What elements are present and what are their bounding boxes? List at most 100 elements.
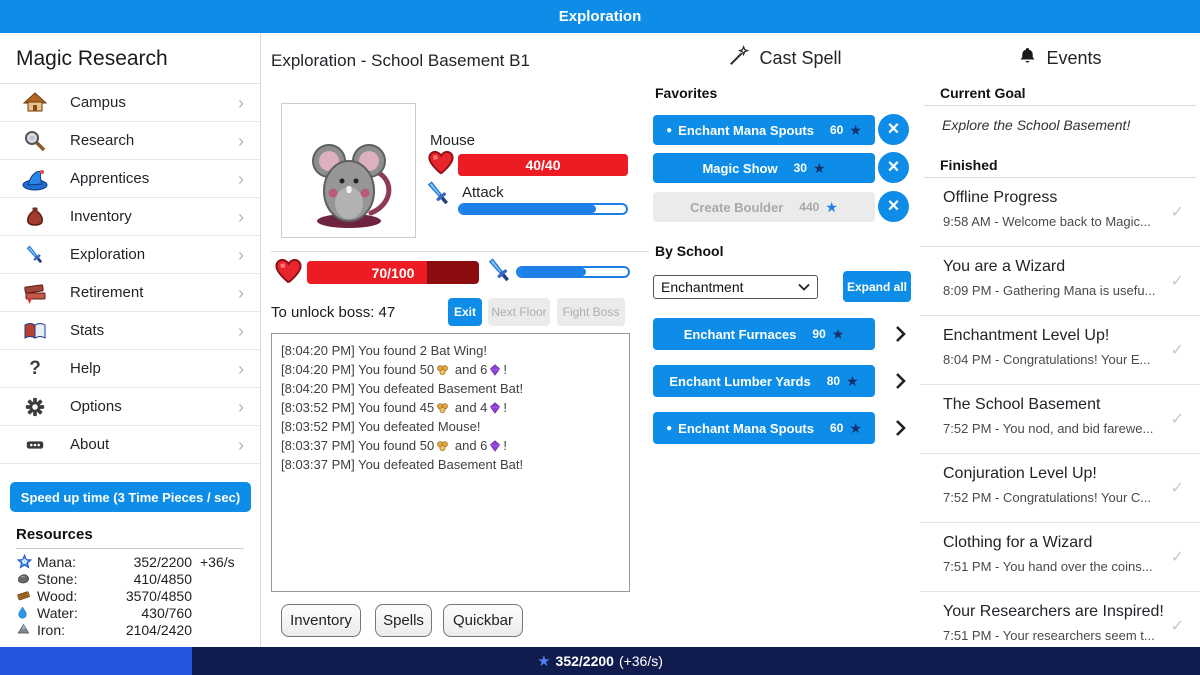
main-layout: Magic Research Campus › Research › Appre… bbox=[0, 33, 1200, 647]
mana-amount: 352/2200 bbox=[556, 653, 614, 669]
spell-expand-chevron[interactable] bbox=[887, 365, 913, 397]
mana-star-icon: ★ bbox=[849, 122, 862, 139]
mana-progress-bar: ★ 352/2200 (+36/s) bbox=[0, 647, 1200, 675]
mouse-image bbox=[299, 131, 399, 231]
event-card[interactable]: Offline Progress 9:58 AM - Welcome back … bbox=[920, 178, 1200, 247]
sidebar-item-research[interactable]: Research › bbox=[0, 122, 260, 160]
quickbar-tab-button[interactable]: Quickbar bbox=[443, 604, 523, 637]
spell-button[interactable]: ● Enchant Mana Spouts 60 ★ bbox=[653, 412, 875, 444]
wand-icon bbox=[728, 45, 750, 72]
sidebar-item-label: About bbox=[70, 436, 109, 453]
spells-tab-button[interactable]: Spells bbox=[375, 604, 432, 637]
mana-star-icon: ★ bbox=[813, 160, 826, 177]
event-card[interactable]: You are a Wizard 8:09 PM - Gathering Man… bbox=[920, 247, 1200, 316]
sidebar: Magic Research Campus › Research › Appre… bbox=[0, 33, 261, 647]
sidebar-item-campus[interactable]: Campus › bbox=[0, 84, 260, 122]
current-goal-text: Explore the School Basement! bbox=[942, 117, 1130, 133]
school-select[interactable]: Enchantment bbox=[653, 275, 818, 299]
finished-title: Finished bbox=[940, 157, 998, 173]
dagger-icon bbox=[424, 179, 454, 214]
resources-title: Resources bbox=[16, 526, 244, 549]
exploration-panel: Exploration - School Basement B1 bbox=[261, 33, 650, 647]
remove-favorite-button[interactable]: × bbox=[878, 152, 909, 183]
resource-value: 2104/2420 bbox=[126, 622, 192, 638]
favorite-spell-button-disabled[interactable]: Create Boulder 440 ★ bbox=[653, 192, 875, 222]
event-title: Enchantment Level Up! bbox=[943, 327, 1109, 345]
fight-boss-button[interactable]: Fight Boss bbox=[557, 298, 625, 326]
expand-all-button[interactable]: Expand all bbox=[843, 271, 911, 302]
mana-rate: (+36/s) bbox=[619, 653, 663, 669]
resource-row-iron: Iron: 2104/2420 bbox=[16, 621, 244, 638]
event-title: The School Basement bbox=[943, 396, 1100, 414]
sidebar-item-help[interactable]: ? Help › bbox=[0, 350, 260, 388]
log-line: [8:04:20 PM] You found 2 Bat Wing! bbox=[281, 341, 620, 360]
mana-star-icon bbox=[16, 554, 33, 569]
sidebar-item-apprentices[interactable]: Apprentices › bbox=[0, 160, 260, 198]
sidebar-item-retirement[interactable]: Retirement › bbox=[0, 274, 260, 312]
spell-button[interactable]: Enchant Furnaces 90 ★ bbox=[653, 318, 875, 350]
player-hp-text: 70/100 bbox=[307, 261, 479, 284]
event-card[interactable]: Your Researchers are Inspired! 7:51 PM -… bbox=[920, 592, 1200, 647]
current-goal-title: Current Goal bbox=[940, 85, 1026, 101]
chevron-right-icon: › bbox=[238, 322, 244, 340]
event-card[interactable]: Enchantment Level Up! 8:04 PM - Congratu… bbox=[920, 316, 1200, 385]
spell-cost: 80 bbox=[827, 374, 840, 388]
events-panel: Events Current Goal Explore the School B… bbox=[920, 33, 1200, 647]
sidebar-item-stats[interactable]: Stats › bbox=[0, 312, 260, 350]
remove-favorite-button[interactable]: × bbox=[878, 114, 909, 145]
favorite-spell-button[interactable]: Magic Show 30 ★ bbox=[653, 153, 875, 183]
sidebar-item-exploration[interactable]: Exploration › bbox=[0, 236, 260, 274]
iron-icon bbox=[16, 622, 33, 637]
log-line: [8:04:20 PM] You defeated Basement Bat! bbox=[281, 379, 620, 398]
resource-name: Stone: bbox=[37, 571, 77, 587]
event-card[interactable]: The School Basement 7:52 PM - You nod, a… bbox=[920, 385, 1200, 454]
chevron-right-icon bbox=[895, 325, 906, 343]
next-floor-button[interactable]: Next Floor bbox=[488, 298, 550, 326]
enemy-attack-bar bbox=[458, 203, 628, 215]
mana-progress-label: ★ 352/2200 (+36/s) bbox=[0, 647, 1200, 675]
school-select-value: Enchantment bbox=[661, 279, 744, 295]
event-card[interactable]: Conjuration Level Up! 7:52 PM - Congratu… bbox=[920, 454, 1200, 523]
resource-name: Water: bbox=[37, 605, 78, 621]
log-line: [8:03:37 PM] You found 50 and 6! bbox=[281, 436, 620, 455]
resource-rate: +36/s bbox=[192, 554, 244, 570]
sidebar-item-options[interactable]: Options › bbox=[0, 388, 260, 426]
event-subtitle: 7:51 PM - Your researchers seem t... bbox=[943, 628, 1155, 643]
chevron-right-icon: › bbox=[238, 132, 244, 150]
resource-row-water: Water: 430/760 bbox=[16, 604, 244, 621]
inventory-tab-button[interactable]: Inventory bbox=[281, 604, 361, 637]
exit-button[interactable]: Exit bbox=[448, 298, 482, 326]
gear-icon bbox=[22, 395, 48, 419]
resource-value: 410/4850 bbox=[134, 571, 192, 587]
event-subtitle: 8:09 PM - Gathering Mana is usefu... bbox=[943, 283, 1155, 298]
enemy-attack-label: Attack bbox=[462, 184, 504, 201]
favorite-spell-button[interactable]: ● Enchant Mana Spouts 60 ★ bbox=[653, 115, 875, 145]
chevron-right-icon bbox=[895, 419, 906, 437]
enemy-hp-bar: 40/40 bbox=[458, 154, 628, 176]
spell-button[interactable]: Enchant Lumber Yards 80 ★ bbox=[653, 365, 875, 397]
remove-favorite-button[interactable]: × bbox=[878, 191, 909, 222]
resource-row-mana: Mana: 352/2200 +36/s bbox=[16, 553, 244, 570]
mana-star-icon: ★ bbox=[832, 326, 845, 343]
chevron-right-icon: › bbox=[238, 170, 244, 188]
chevron-right-icon: › bbox=[238, 436, 244, 454]
chevron-right-icon bbox=[895, 372, 906, 390]
events-title: Events bbox=[1046, 48, 1101, 69]
stone-icon bbox=[16, 571, 33, 586]
speed-up-time-button[interactable]: Speed up time (3 Time Pieces / sec) bbox=[10, 482, 251, 512]
event-subtitle: 7:52 PM - Congratulations! Your C... bbox=[943, 490, 1151, 505]
check-icon: ✓ bbox=[1171, 340, 1184, 360]
spell-expand-chevron[interactable] bbox=[887, 412, 913, 444]
sidebar-item-label: Research bbox=[70, 132, 134, 149]
chevron-right-icon: › bbox=[238, 360, 244, 378]
sidebar-item-about[interactable]: About › bbox=[0, 426, 260, 464]
sidebar-item-label: Campus bbox=[70, 94, 126, 111]
spell-expand-chevron[interactable] bbox=[887, 318, 913, 350]
pouch-icon bbox=[22, 205, 48, 229]
event-card[interactable]: Clothing for a Wizard 7:51 PM - You hand… bbox=[920, 523, 1200, 592]
combat-log[interactable]: [8:04:20 PM] You found 2 Bat Wing! [8:04… bbox=[271, 333, 630, 592]
divider bbox=[271, 251, 649, 252]
sidebar-item-inventory[interactable]: Inventory › bbox=[0, 198, 260, 236]
favorites-title: Favorites bbox=[655, 85, 717, 101]
log-line: [8:04:20 PM] You found 50 and 6! bbox=[281, 360, 620, 379]
